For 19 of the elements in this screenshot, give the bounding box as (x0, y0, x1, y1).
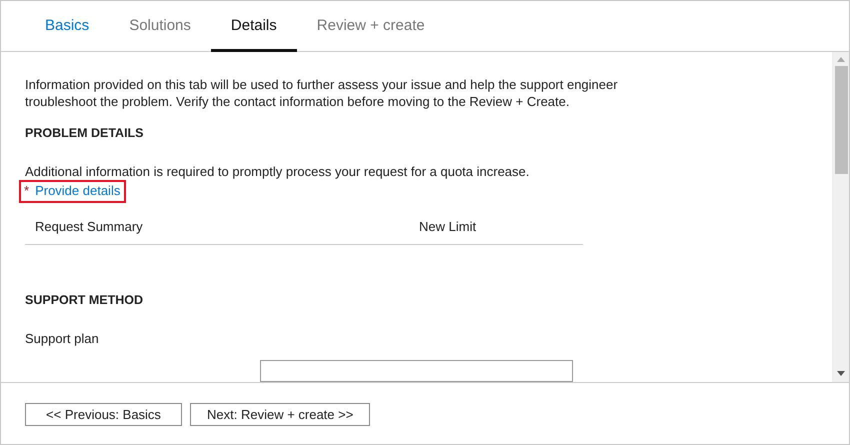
next-button[interactable]: Next: Review + create >> (190, 402, 370, 426)
section-heading: PROBLEM DETAILS (25, 126, 145, 140)
scroll-down-icon[interactable] (837, 371, 845, 376)
provide-details-link[interactable]: Provide details (35, 183, 120, 198)
column-header: New Limit (419, 218, 476, 234)
intro-text: Information provided on this tab will be used to further assess your issue and help the support engineer troubleshoot the problem. Verify the contact information before moving to the Review + Create. (25, 76, 619, 110)
tab[interactable]: Review + create (296, 1, 445, 52)
section-heading: SUPPORT METHOD (25, 293, 144, 307)
scroll-up-icon[interactable] (837, 57, 845, 62)
column-header: Request Summary (35, 218, 144, 234)
tab[interactable]: Details (210, 1, 297, 52)
field-label: Support plan (25, 331, 100, 346)
previous-button[interactable]: << Previous: Basics (25, 402, 182, 426)
required-mark: * (24, 183, 30, 198)
scrollbar-thumb[interactable] (834, 66, 848, 174)
dropdown-field[interactable] (260, 360, 573, 382)
tab[interactable]: Solutions (109, 1, 211, 52)
info-text: Additional information is required to promptly process your request for a quota increase. (25, 163, 530, 180)
tab[interactable]: Basics (25, 1, 110, 52)
